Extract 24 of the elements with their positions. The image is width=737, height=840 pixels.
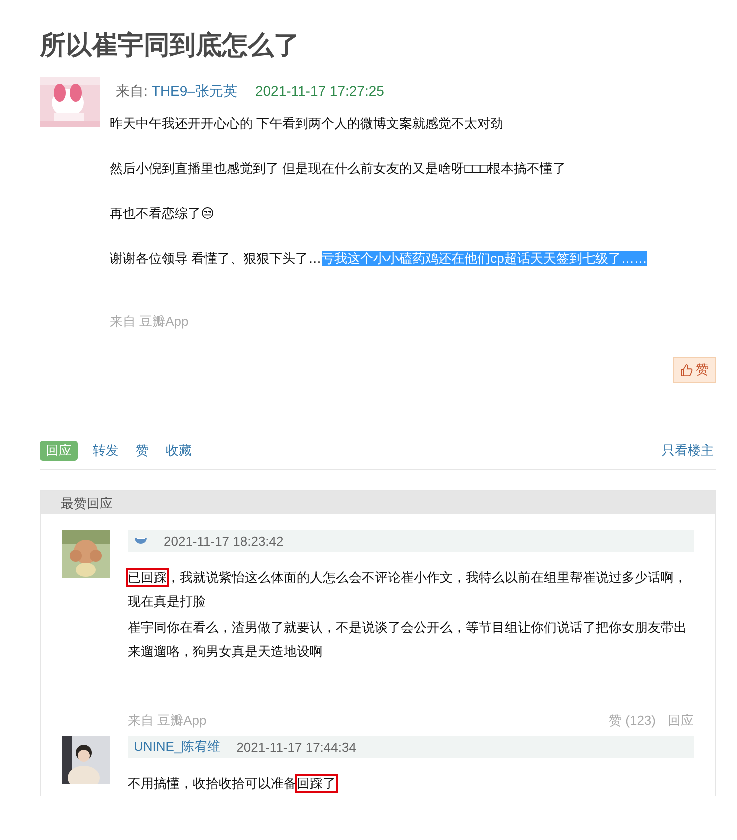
action-link[interactable]: 赞 bbox=[134, 441, 151, 461]
section-header: 最赞回应 bbox=[41, 491, 715, 514]
reply-text: 崔宇同你在看么，渣男做了就要认，不是说谈了会公开么，等节目组让你们说话了把你女朋友带出来遛遛咯，狗男女真是天造地设啊 bbox=[128, 619, 688, 661]
post-paragraph: 谢谢各位领导 看懂了、狠狠下头了…亏我这个小小磕药鸡还在他们cp超话天天签到七级了…… bbox=[110, 250, 648, 268]
author-link[interactable]: UNINE_陈宥维 bbox=[134, 738, 221, 756]
like-button[interactable]: 赞 bbox=[673, 357, 716, 383]
user-icon[interactable] bbox=[134, 537, 148, 545]
from-label: 来自: bbox=[116, 83, 148, 101]
action-link[interactable]: 收藏 bbox=[164, 441, 194, 461]
reply-time: 2021-11-17 18:23:42 bbox=[164, 534, 284, 548]
reply-time: 2021-11-17 17:44:34 bbox=[236, 740, 356, 754]
post-time: 2021-11-17 17:27:25 bbox=[255, 83, 384, 101]
post-paragraph: 昨天中午我还开开心心的 下午看到两个人的微博文案就感觉不太对劲 bbox=[110, 115, 505, 133]
post-title: 所以崔宇同到底怎么了 bbox=[40, 29, 301, 62]
source-text: 来自 豆瓣App bbox=[110, 313, 190, 331]
op-only-link[interactable]: 只看楼主 bbox=[660, 441, 716, 461]
reply-text: 不用搞懂，收拾收拾可以准备 回踩了 bbox=[128, 775, 337, 793]
post-paragraph: 再也不看恋综了😒 bbox=[110, 205, 216, 223]
reply-text: 已回踩，我就说紫怡这么体面的人怎么会不评论崔小作文，我特么以前在组里帮崔说过多少话啊，现在真是打脸 bbox=[128, 569, 688, 611]
action-link[interactable]: 转发 bbox=[91, 441, 121, 461]
source-text: 来自 豆瓣App bbox=[128, 712, 207, 730]
author-link[interactable]: THE9–张元英 bbox=[152, 83, 238, 105]
thumbs-up-icon bbox=[680, 364, 693, 376]
post-paragraph: 然后小倪到直播里也感觉到了 但是现在什么前女友的又是啥呀□□□根本搞不懂了 bbox=[110, 160, 568, 178]
